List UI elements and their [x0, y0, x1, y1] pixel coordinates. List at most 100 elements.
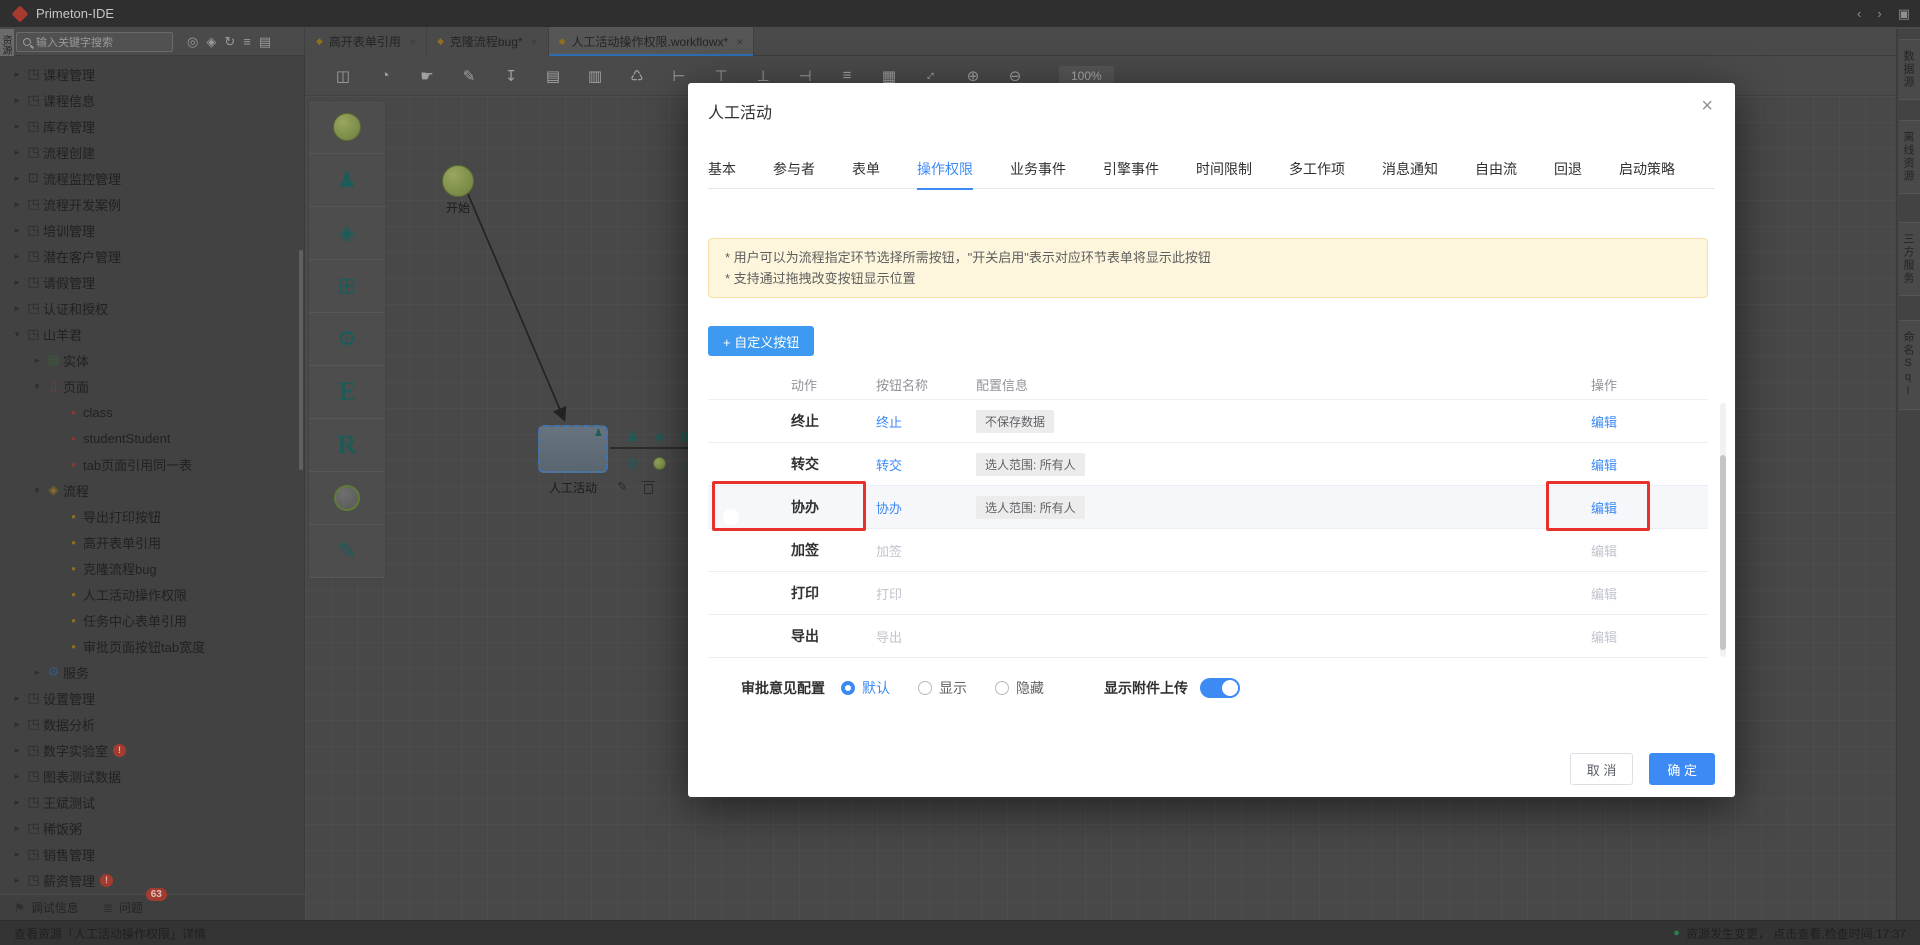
tree-item[interactable]: ●studentStudent [0, 425, 304, 451]
file-tab[interactable]: ◆人工活动操作权限.workflowx*× [549, 27, 755, 56]
auto-activity-icon[interactable]: ⚙ [626, 455, 639, 472]
close-icon[interactable]: × [1701, 95, 1713, 118]
tree-item[interactable]: ▸◳流程创建 [0, 139, 304, 165]
chevron-right-icon[interactable]: ▸ [10, 95, 24, 106]
chevron-down-icon[interactable]: ▾ [30, 381, 44, 392]
right-panel-tab[interactable]: 三方服务 [1899, 222, 1920, 296]
list-view-icon[interactable]: ≡ [243, 34, 251, 50]
manual-activity-node[interactable]: ♟ [538, 425, 608, 473]
tree-item[interactable]: ▸◳王斌测试 [0, 789, 304, 815]
paste-clipboard-icon[interactable]: ◔ [377, 67, 393, 84]
chevron-right-icon[interactable]: ▸ [10, 277, 24, 288]
align-left-icon[interactable]: ⊢ [671, 67, 687, 85]
file-tab[interactable]: ◆高开表单引用× [306, 27, 427, 56]
copy-icon[interactable]: ◫ [335, 67, 351, 85]
attachment-upload-toggle[interactable] [1200, 678, 1240, 698]
chevron-right-icon[interactable]: ▸ [10, 251, 24, 262]
palette-auto-activity[interactable]: ⚙ [309, 313, 385, 366]
end-event-icon[interactable] [653, 457, 666, 470]
radio-option[interactable]: 隐藏 [995, 678, 1044, 698]
delete-trash-icon[interactable] [644, 484, 653, 494]
tree-item[interactable]: ▸⚙服务 [0, 659, 304, 685]
manual-activity-icon[interactable]: ♟ [626, 428, 639, 445]
radio-option[interactable]: 默认 [841, 678, 890, 698]
tree-item[interactable]: ●导出打印按钮 [0, 503, 304, 529]
duplicate-document-icon[interactable]: ▥ [587, 67, 603, 85]
chevron-right-icon[interactable]: ▸ [10, 147, 24, 158]
ai-assistant-icon[interactable]: ◎ [187, 34, 198, 50]
chevron-right-icon[interactable]: ▸ [10, 849, 24, 860]
search-input[interactable]: 输入关键字搜索 [16, 32, 173, 52]
tree-item[interactable]: ●审批页面按钮tab宽度 [0, 633, 304, 659]
chevron-right-icon[interactable]: ▸ [30, 667, 44, 678]
table-scrollbar-thumb[interactable] [1720, 455, 1726, 650]
chevron-right-icon[interactable]: ▸ [10, 745, 24, 756]
palette-letter-r-tool[interactable]: R [309, 419, 385, 472]
tree-item[interactable]: ▸◳流程开发案例 [0, 191, 304, 217]
chevron-right-icon[interactable]: ▸ [10, 823, 24, 834]
chevron-down-icon[interactable]: ▾ [30, 485, 44, 496]
tree-item[interactable]: ▸◳图表测试数据 [0, 763, 304, 789]
tree-item[interactable]: ▾◳山羊君 [0, 321, 304, 347]
dialog-tab[interactable]: 回退 [1554, 149, 1582, 189]
sidebar-scrollbar[interactable] [299, 250, 303, 470]
start-event-node[interactable] [442, 165, 474, 197]
new-resource-icon[interactable]: ◈ [206, 34, 216, 50]
chevron-right-icon[interactable]: ▸ [10, 797, 24, 808]
dialog-tab[interactable]: 基本 [708, 149, 736, 189]
dialog-tab[interactable]: 业务事件 [1010, 149, 1066, 189]
tree-item[interactable]: ▸◳库存管理 [0, 113, 304, 139]
chevron-right-icon[interactable]: ▸ [10, 771, 24, 782]
dialog-tab[interactable]: 表单 [852, 149, 880, 189]
tree-item[interactable]: ▸◳课程信息 [0, 87, 304, 113]
chevron-right-icon[interactable]: ▸ [10, 719, 24, 730]
add-custom-button[interactable]: + 自定义按钮 [708, 326, 814, 356]
tree-item[interactable]: ▸◳数字实验室! [0, 737, 304, 763]
button-name-link[interactable]: 加签 [876, 541, 976, 560]
tree-item[interactable]: ●class [0, 399, 304, 425]
table-scrollbar[interactable] [1720, 403, 1726, 657]
right-panel-tab[interactable]: 数据源 [1899, 39, 1920, 100]
palette-manual-activity[interactable]: ♟ [309, 154, 385, 207]
tree-item[interactable]: ▸⊡流程监控管理 [0, 165, 304, 191]
cancel-button[interactable]: 取 消 [1570, 753, 1634, 785]
document-icon[interactable]: ▤ [545, 67, 561, 85]
chevron-right-icon[interactable]: ▸ [10, 121, 24, 132]
edit-link[interactable]: 编辑 [1591, 541, 1708, 560]
tree-item[interactable]: ▸◳设置管理 [0, 685, 304, 711]
chevron-right-icon[interactable]: ▸ [10, 875, 24, 886]
edit-link[interactable]: 编辑 [1591, 455, 1708, 474]
align-right-icon[interactable]: ⊣ [797, 67, 813, 85]
right-panel-tab[interactable]: 命名Sql [1899, 320, 1920, 410]
chevron-down-icon[interactable]: ▾ [10, 329, 24, 340]
palette-annotation-note[interactable]: ✎ [309, 525, 385, 578]
delete-trash-icon[interactable]: ♺ [629, 67, 645, 85]
tree-item[interactable]: ▸◳请假管理 [0, 269, 304, 295]
edit-link[interactable]: 编辑 [1591, 627, 1708, 646]
tree-item[interactable]: ▸◳培训管理 [0, 217, 304, 243]
chevron-right-icon[interactable]: ▸ [10, 69, 24, 80]
palette-subprocess[interactable]: ⊞ [309, 260, 385, 313]
tree-item[interactable]: ▸◳潜在客户管理 [0, 243, 304, 269]
confirm-button[interactable]: 确 定 [1649, 753, 1715, 785]
right-panel-tab[interactable]: 离线资源 [1899, 120, 1920, 194]
palette-end-event[interactable] [309, 472, 385, 525]
chevron-right-icon[interactable]: ▸ [10, 199, 24, 210]
close-icon[interactable]: × [736, 35, 743, 49]
tree-item[interactable]: ▸◳稀饭粥 [0, 815, 304, 841]
chevron-right-icon[interactable]: ▸ [10, 303, 24, 314]
tree-item[interactable]: ▾▯页面 [0, 373, 304, 399]
file-tab[interactable]: ◆克隆流程bug*× [427, 27, 549, 56]
chevron-right-icon[interactable]: ▸ [30, 355, 44, 366]
tree-item[interactable]: ●人工活动操作权限 [0, 581, 304, 607]
export-download-icon[interactable]: ↧ [503, 67, 519, 85]
decision-gateway-icon[interactable]: ◈ [654, 428, 665, 445]
dialog-tab[interactable]: 消息通知 [1382, 149, 1438, 189]
dialog-tab[interactable]: 操作权限 [917, 149, 973, 189]
format-brush-icon[interactable]: ✎ [461, 67, 477, 85]
edit-link[interactable]: 编辑 [1591, 584, 1708, 603]
pan-hand-icon[interactable]: ☛ [419, 67, 435, 85]
save-icon[interactable]: ▣ [1898, 6, 1910, 22]
button-name-link[interactable]: 转交 [876, 455, 976, 474]
button-name-link[interactable]: 协办 [876, 498, 976, 517]
